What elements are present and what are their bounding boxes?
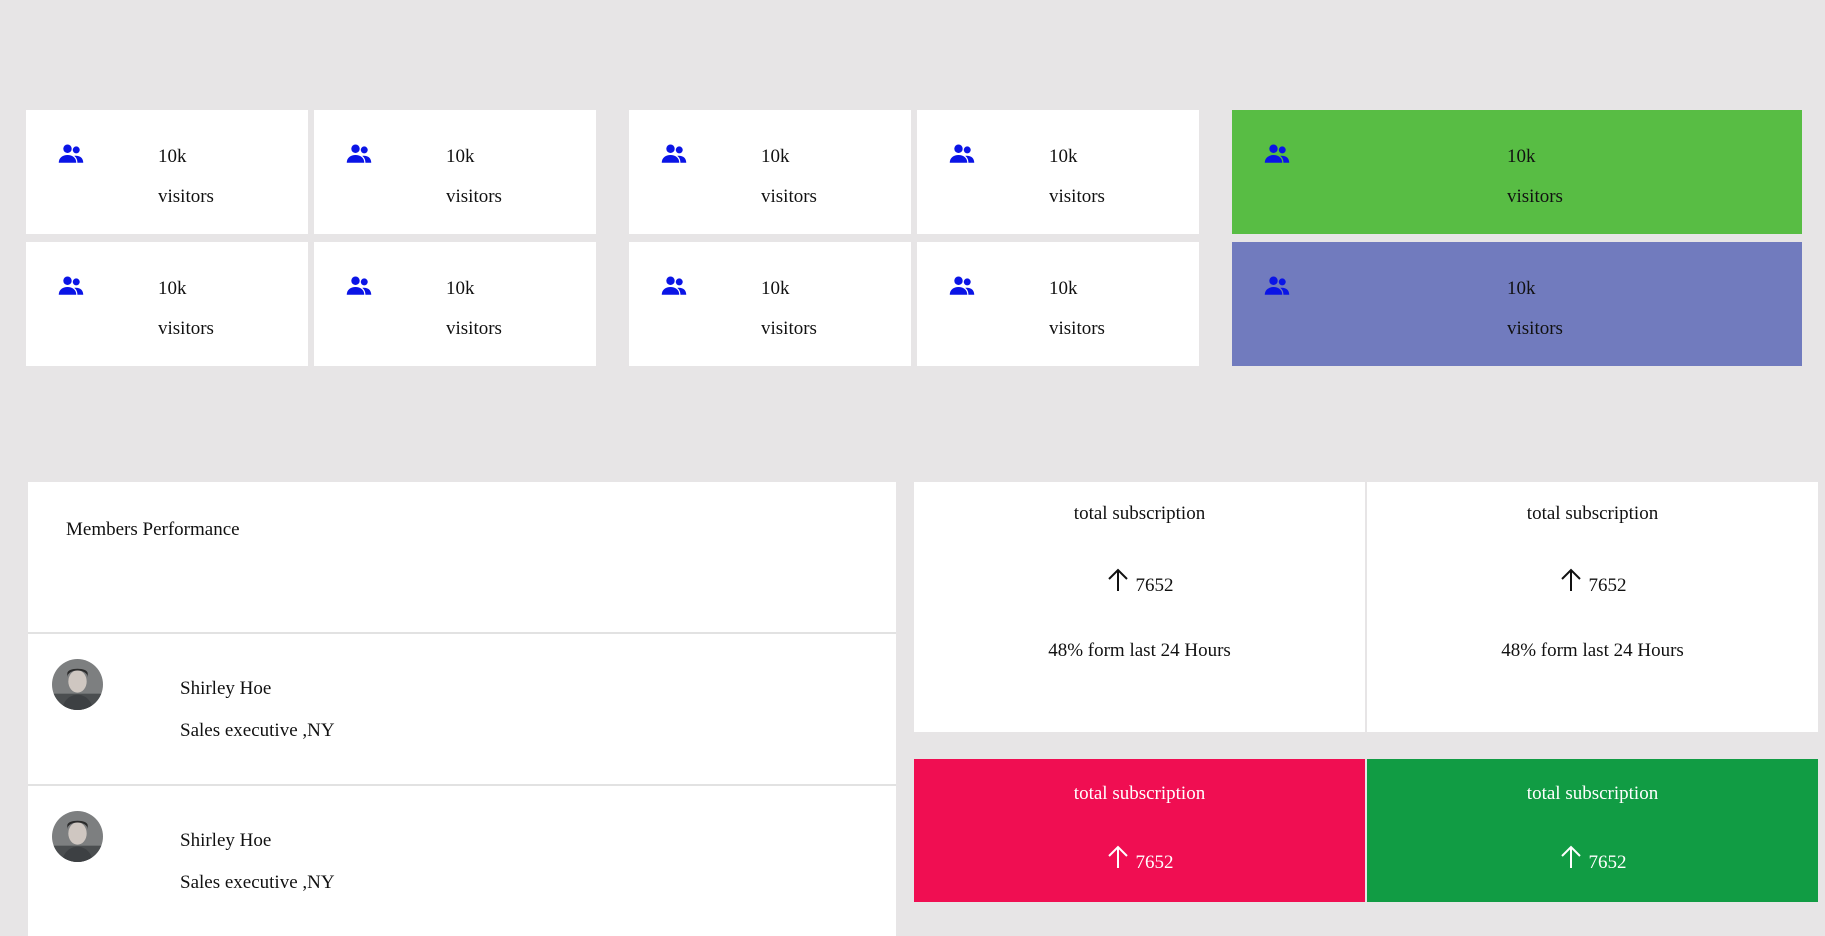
users-icon xyxy=(54,272,88,300)
arrow-up-icon xyxy=(1559,844,1583,870)
stat-value: 10k xyxy=(1049,146,1078,167)
users-icon xyxy=(342,272,376,300)
users-icon xyxy=(54,140,88,168)
users-icon xyxy=(657,140,691,168)
subscription-card-red: total subscription 7652 xyxy=(914,759,1365,902)
stat-label: visitors xyxy=(1507,318,1563,339)
subscription-value: 7652 xyxy=(1135,575,1174,596)
stat-value: 10k xyxy=(761,146,790,167)
users-icon xyxy=(342,140,376,168)
arrow-up-icon xyxy=(1559,567,1583,593)
subscription-title: total subscription xyxy=(1073,783,1206,804)
member-role: Sales executive ,NY xyxy=(180,872,335,893)
stat-label: visitors xyxy=(761,186,817,207)
stat-label: visitors xyxy=(1049,318,1105,339)
stat-card: 10k visitors xyxy=(917,242,1199,366)
subscription-note: 48% form last 24 Hours xyxy=(1048,640,1231,661)
stat-value: 10k xyxy=(1507,278,1536,299)
members-panel-title: Members Performance xyxy=(66,519,240,540)
stat-card-highlight-purple: 10k visitors xyxy=(1232,242,1802,366)
users-icon xyxy=(945,272,979,300)
users-icon xyxy=(1260,140,1294,168)
member-avatar xyxy=(52,659,103,710)
subscription-card: total subscription 7652 48% form last 24… xyxy=(914,482,1365,732)
stat-label: visitors xyxy=(1049,186,1105,207)
users-icon xyxy=(657,272,691,300)
subscription-value: 7652 xyxy=(1135,852,1174,873)
subscription-title: total subscription xyxy=(1526,783,1659,804)
stat-label: visitors xyxy=(158,318,214,339)
users-icon xyxy=(1260,272,1294,300)
stat-card-highlight-green: 10k visitors xyxy=(1232,110,1802,234)
stat-value: 10k xyxy=(158,278,187,299)
stat-card: 10k visitors xyxy=(314,242,596,366)
subscription-value: 7652 xyxy=(1588,575,1627,596)
stat-value: 10k xyxy=(1507,146,1536,167)
subscription-card-green: total subscription 7652 xyxy=(1367,759,1818,902)
member-name: Shirley Hoe xyxy=(180,678,272,699)
stat-label: visitors xyxy=(446,318,502,339)
stat-card: 10k visitors xyxy=(26,242,308,366)
stat-value: 10k xyxy=(761,278,790,299)
stat-card: 10k visitors xyxy=(917,110,1199,234)
subscription-title: total subscription xyxy=(1526,503,1659,524)
users-icon xyxy=(945,140,979,168)
subscription-note: 48% form last 24 Hours xyxy=(1501,640,1684,661)
subscription-title: total subscription xyxy=(1073,503,1206,524)
subscription-card: total subscription 7652 48% form last 24… xyxy=(1367,482,1818,732)
member-row[interactable]: Shirley Hoe Sales executive ,NY xyxy=(28,632,896,784)
stat-label: visitors xyxy=(761,318,817,339)
member-row[interactable]: Shirley Hoe Sales executive ,NY xyxy=(28,784,896,936)
stat-card: 10k visitors xyxy=(26,110,308,234)
stat-card: 10k visitors xyxy=(629,242,911,366)
stat-card: 10k visitors xyxy=(314,110,596,234)
stat-label: visitors xyxy=(158,186,214,207)
stat-value: 10k xyxy=(446,146,475,167)
member-name: Shirley Hoe xyxy=(180,830,272,851)
stat-label: visitors xyxy=(1507,186,1563,207)
member-avatar xyxy=(52,811,103,862)
subscription-value: 7652 xyxy=(1588,852,1627,873)
arrow-up-icon xyxy=(1106,567,1130,593)
stat-value: 10k xyxy=(446,278,475,299)
member-role: Sales executive ,NY xyxy=(180,720,335,741)
stat-card: 10k visitors xyxy=(629,110,911,234)
stat-value: 10k xyxy=(158,146,187,167)
stat-value: 10k xyxy=(1049,278,1078,299)
members-performance-panel: Members Performance Shirley Hoe Sales ex… xyxy=(28,482,896,936)
stat-label: visitors xyxy=(446,186,502,207)
arrow-up-icon xyxy=(1106,844,1130,870)
